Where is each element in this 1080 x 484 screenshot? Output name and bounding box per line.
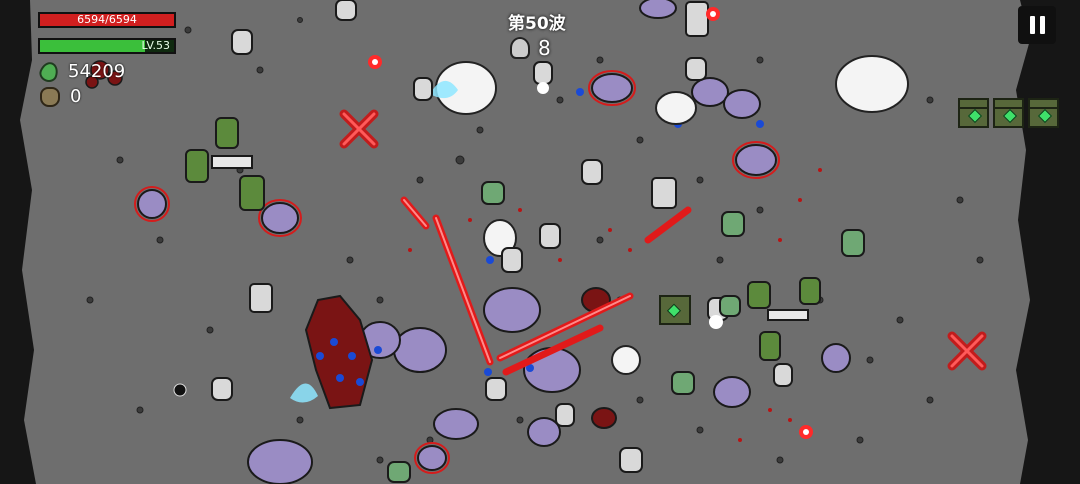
skull-icon: [510, 37, 530, 59]
supply-crates: [958, 98, 1059, 128]
battle-arena: [0, 0, 1080, 484]
gem-counter: 54209: [37, 59, 126, 84]
health-text: 6594/6594: [77, 13, 137, 26]
health-bar: 6594/6594: [38, 12, 176, 28]
green-gem-icon: [37, 59, 61, 84]
gem-count: 54209: [68, 61, 126, 82]
experience-bar-fill: [40, 40, 145, 52]
experience-bar: LV.53: [38, 38, 176, 54]
supply-crate-icon: [1028, 98, 1059, 128]
supply-crate-icon: [958, 98, 989, 128]
level-text: LV.53: [141, 39, 170, 52]
pause-button[interactable]: [1018, 6, 1056, 44]
supply-crate-icon: [993, 98, 1024, 128]
wave-label: 第50波: [508, 14, 566, 34]
kill-count: 8: [538, 36, 551, 60]
bag-counter: 0: [40, 86, 81, 107]
pause-icon: [1029, 16, 1035, 34]
bag-count: 0: [70, 86, 82, 107]
game-screen: 6594/6594 LV.53 54209 0 第50波 8: [0, 0, 1080, 484]
kill-counter: 8: [510, 36, 551, 60]
pause-icon-bar: [1039, 16, 1045, 34]
material-bag-icon: [40, 86, 60, 107]
